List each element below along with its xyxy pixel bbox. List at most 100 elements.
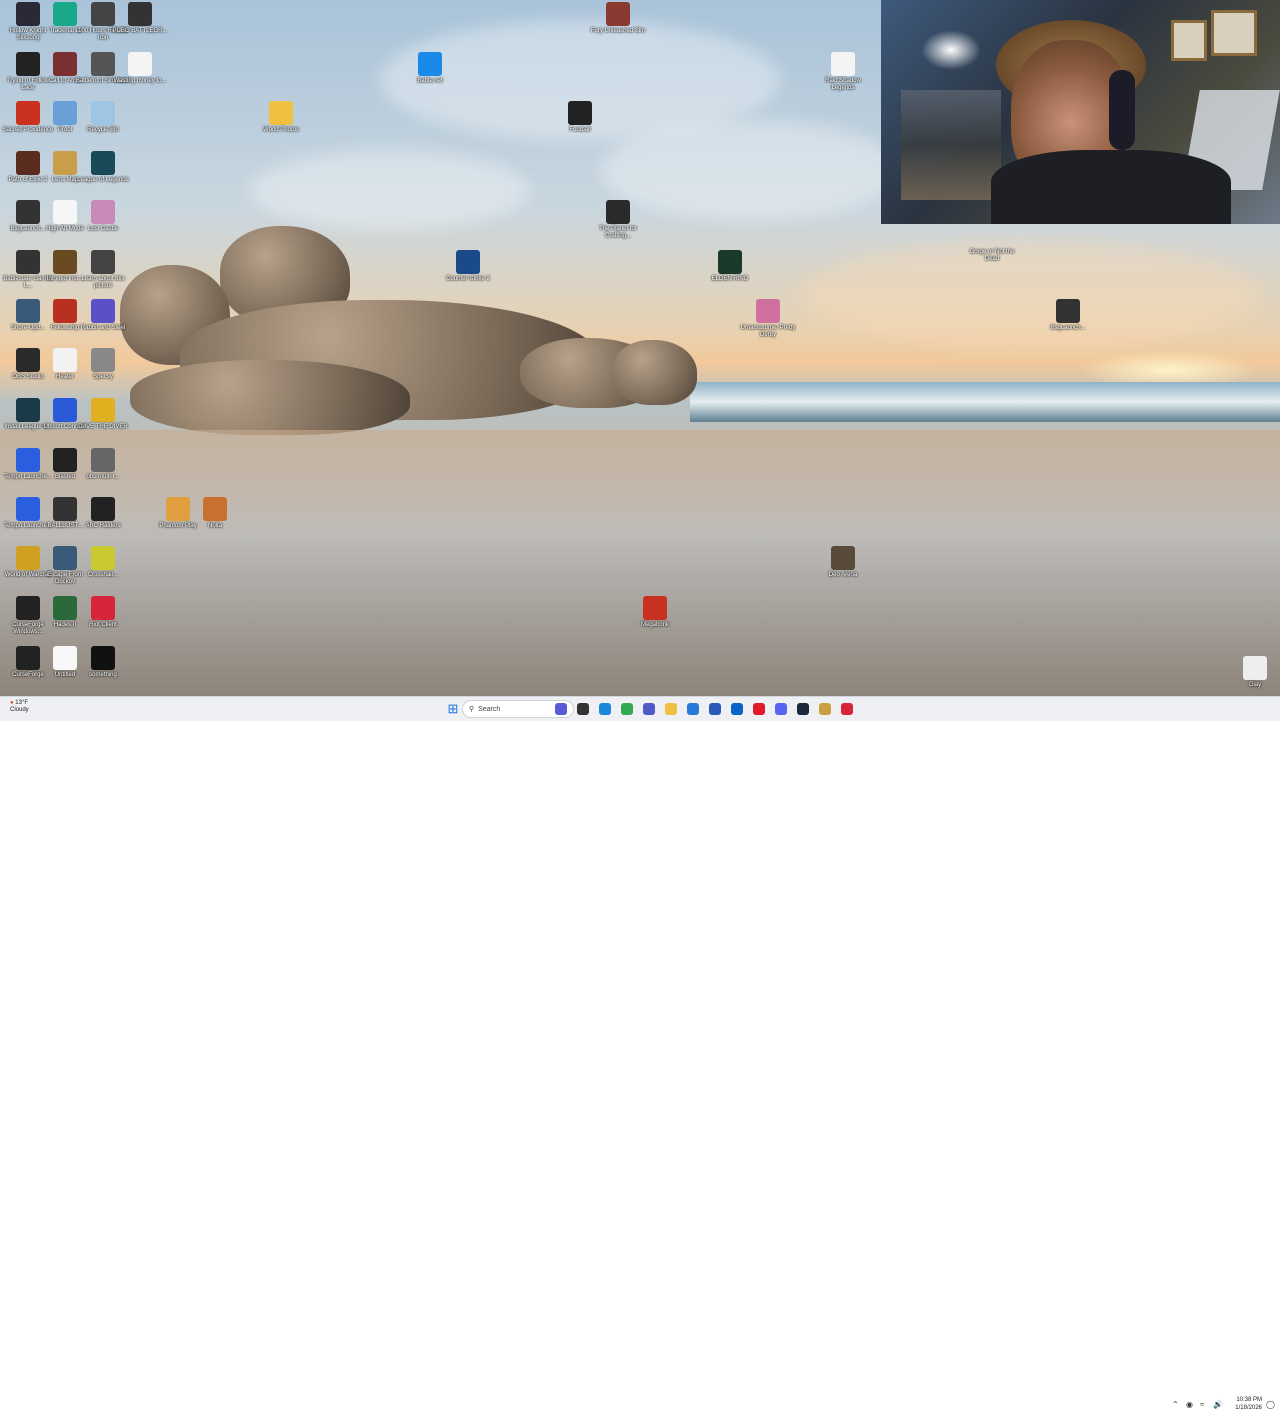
desktop-icon[interactable]: Wasting money to... (112, 52, 168, 85)
desktop-icon[interactable]: Glay (1227, 656, 1280, 689)
desktop-icon[interactable]: Fury Unleashed Sim (590, 2, 646, 35)
fellowship-icon (53, 299, 77, 323)
desktop-icon[interactable]: World Photos (253, 101, 309, 134)
desktop-icon[interactable]: Deo Arena (815, 546, 871, 579)
store-icon[interactable] (706, 700, 724, 718)
desktop-icon[interactable]: Recycle Bin (75, 101, 131, 134)
window-icon (53, 348, 77, 372)
edge-icon[interactable] (596, 700, 614, 718)
battlenet-icon (418, 52, 442, 76)
discord-icon[interactable] (772, 700, 790, 718)
desktop-icon[interactable]: Learn about this picture (75, 250, 131, 290)
noita-icon (203, 497, 227, 521)
ubisoft-icon (53, 398, 77, 422)
window-icon (53, 448, 77, 472)
desktop-icon[interactable]: Crosshair... (75, 546, 131, 579)
desktop-icon[interactable]: Gorge or Not the Dead (964, 223, 1020, 263)
planet-icon (606, 200, 630, 224)
sea (690, 382, 1280, 422)
desktop-icon-label: something (89, 672, 117, 678)
desktop-icon[interactable]: The Planet for Crafting... (590, 200, 646, 240)
store-glyph (709, 703, 721, 715)
desktop-icon-label: Rabbit and Steel (80, 325, 126, 331)
desktop-icon-label: Wasting money to... (113, 78, 167, 84)
desktop-icon-label: Recycle Bin (87, 127, 119, 133)
map-icon (53, 151, 77, 175)
clock-date: 1/18/2026 (1235, 1405, 1262, 1411)
weather-widget[interactable]: ● 13°F Cloudy (10, 700, 29, 714)
desktop-icon[interactable]: Noita (187, 497, 243, 530)
wifi-icon[interactable]: ≈ (1200, 1400, 1204, 1409)
desktop-icon-label: Fury Unleashed Sim (590, 28, 646, 34)
desktop-icon[interactable]: Megabonk (627, 596, 683, 629)
desktop-icon-label: Battle.net (417, 78, 443, 84)
desktop-icon[interactable]: Umamusume: Pretty Derby (740, 299, 796, 339)
desktop-icon-label: Crosshair... (87, 572, 119, 578)
folder-icon (269, 101, 293, 125)
outlook-icon[interactable] (728, 700, 746, 718)
steam-icon[interactable] (794, 700, 812, 718)
desktop-icon[interactable]: obs-multi-r... (75, 448, 131, 481)
microphone-icon[interactable]: ◉ (1186, 1400, 1193, 1409)
weather-desc: Cloudy (10, 707, 29, 713)
desktop-icon[interactable]: Counter-Strike 2 (440, 250, 496, 283)
ceiling-light (921, 30, 981, 70)
clock-time: 10:38 PM (1236, 1397, 1262, 1403)
desktop-icon[interactable]: Battle.net (402, 52, 458, 85)
riot-icon[interactable] (838, 700, 856, 718)
file-manager-icon[interactable] (684, 700, 702, 718)
desktop-icon[interactable]: Raid Shadow Legends (815, 52, 871, 92)
trackmania-icon (53, 2, 77, 26)
teams-icon[interactable] (640, 700, 658, 718)
file-explorer-icon[interactable] (662, 700, 680, 718)
taskbar: ⊞ ⚲ Search ⌃ ◉ ≈ 🔊 10:38 PM 1/18/2026 ◯ (0, 696, 1280, 1411)
desktop-icon-label: Lost Castle (87, 226, 118, 232)
intrepid-icon (53, 250, 77, 274)
desktop-icon-label: DAVE THE DIVER (78, 424, 128, 430)
desktop-icon-label: ELDEN RING (711, 276, 749, 282)
outlook-glyph (731, 703, 743, 715)
desktop-icon[interactable]: ARC Raiders (75, 497, 131, 530)
chrome-icon[interactable] (618, 700, 636, 718)
league-icon (91, 151, 115, 175)
desktop-icon[interactable]: something (75, 646, 131, 679)
league-glyph (819, 703, 831, 715)
widgets-icon[interactable] (552, 700, 570, 718)
discord-glyph (775, 703, 787, 715)
league-icon[interactable] (816, 700, 834, 718)
opera-icon[interactable] (750, 700, 768, 718)
dark-image-icon (91, 646, 115, 670)
megabonk-icon (643, 596, 667, 620)
opera-glyph (753, 703, 765, 715)
file-manager-glyph (687, 703, 699, 715)
volume-icon[interactable]: 🔊 (1213, 1400, 1223, 1409)
chevron-up-icon[interactable]: ⌃ (1172, 1400, 1179, 1409)
desktop-icon-label: Glay (1248, 682, 1262, 688)
cloud (800, 240, 1260, 350)
arc-icon (91, 497, 115, 521)
desktop-icon-label: obs-multi-r... (86, 474, 120, 480)
desktop-icon[interactable]: Rabbit and Steel (75, 299, 131, 332)
desktop-icon[interactable]: ELDEN RING (702, 250, 758, 283)
steam-glyph (797, 703, 809, 715)
desktop-icon[interactable]: PUBG BATTLEGR... (112, 2, 168, 35)
desktop-icon[interactable]: BsgLaunch... (1040, 299, 1096, 332)
desktop-icon[interactable]: Riot Client (75, 596, 131, 629)
desktop-icon[interactable]: Football (552, 101, 608, 134)
desktop-icon[interactable]: Specsy (75, 348, 131, 381)
castle-icon (91, 200, 115, 224)
task-view-icon[interactable] (574, 700, 592, 718)
clock[interactable]: 10:38 PM 1/18/2026 (1226, 1396, 1262, 1412)
widgets-glyph (555, 703, 567, 715)
desktop-icon-label: Counter-Strike 2 (446, 276, 490, 282)
crosshair-icon (91, 546, 115, 570)
camera-icon (91, 250, 115, 274)
recycle-bin-icon (91, 101, 115, 125)
desktop-icon[interactable]: Lost Castle (75, 200, 131, 233)
desktop-icon[interactable]: DAVE THE DIVER (75, 398, 131, 431)
desktop-icon[interactable]: League of Legends (75, 151, 131, 184)
fury-icon (606, 2, 630, 26)
start-icon[interactable]: ⊞ (444, 700, 462, 718)
notification-icon[interactable]: ◯ (1266, 1400, 1275, 1409)
desktop-icon-label: League of Legends (77, 177, 129, 183)
